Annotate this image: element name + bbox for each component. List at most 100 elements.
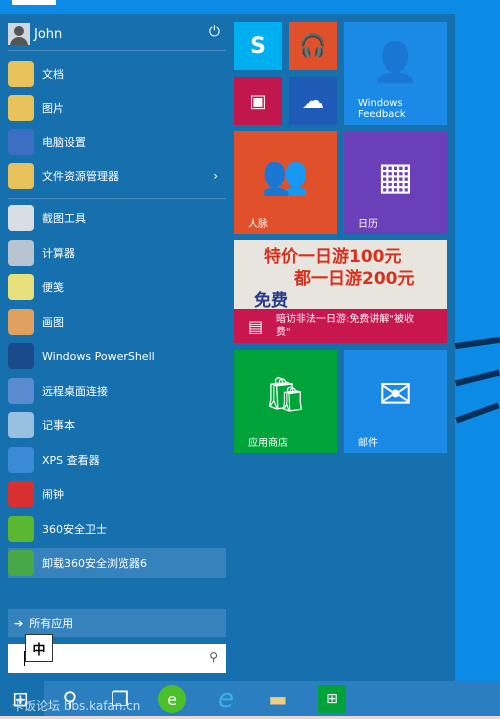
- divider: [8, 198, 226, 199]
- headphones-icon: 🎧: [299, 33, 327, 59]
- item-label: 闹钟: [42, 488, 64, 501]
- tile-label: 暗访非法一日游:免费讲解"被收费": [276, 314, 414, 338]
- tile-label: 日历: [358, 219, 378, 230]
- list-item[interactable]: 卸载360安全浏览器6: [8, 548, 226, 578]
- store-icon: ⊞: [326, 691, 338, 707]
- item-label: XPS 查看器: [42, 453, 100, 467]
- desktop-wallpaper-line: [454, 336, 500, 350]
- app-icon: [8, 129, 34, 155]
- list-item[interactable]: 截图工具: [8, 203, 226, 233]
- list-item[interactable]: 文档: [8, 59, 226, 89]
- folder-icon: ▬: [268, 687, 288, 711]
- item-label: 文档: [42, 68, 64, 81]
- mail-icon: ✉: [378, 371, 413, 418]
- list-item[interactable]: 远程桌面连接: [8, 376, 226, 406]
- browser-360-icon: e: [167, 689, 177, 709]
- app-icon: [8, 377, 34, 404]
- item-label: 便笺: [42, 281, 64, 294]
- app-icon: [8, 274, 34, 300]
- list-item[interactable]: 记事本: [8, 410, 226, 440]
- divider: [8, 50, 226, 51]
- tile-calendar[interactable]: ▦ 日历: [344, 131, 447, 234]
- app-icon: [8, 61, 34, 87]
- item-label: 记事本: [42, 419, 75, 432]
- tile-people[interactable]: 👥 人脉: [234, 131, 337, 234]
- file-explorer-button[interactable]: ▬: [264, 685, 292, 713]
- user-name: John: [34, 26, 63, 42]
- search-icon[interactable]: ⚲: [209, 650, 218, 664]
- item-label: 计算器: [42, 246, 75, 260]
- people-icon: 👥: [261, 153, 310, 197]
- app-icon: [8, 481, 34, 507]
- item-label: 远程桌面连接: [42, 384, 108, 398]
- start-menu: John ⏻ 文档图片电脑设置文件资源管理器 › 截图工具计算器便笺画图 Windo…: [0, 14, 455, 681]
- item-label: 360安全卫士: [42, 522, 107, 536]
- video-icon: ▣: [249, 90, 267, 112]
- tile-video[interactable]: ▣: [234, 77, 282, 125]
- app-icon: [8, 308, 34, 335]
- list-item[interactable]: 360安全卫士: [8, 514, 226, 544]
- list-item[interactable]: 电脑设置: [8, 127, 226, 157]
- chevron-right-icon[interactable]: ›: [213, 169, 218, 183]
- list-item[interactable]: 便笺: [8, 272, 226, 302]
- tile-music[interactable]: 🎧: [289, 22, 337, 70]
- cloud-icon: ☁: [302, 88, 324, 114]
- app-icon: [8, 239, 34, 266]
- tile-news[interactable]: 特价一日游100元 都一日游200元 免费 ▤ 暗访非法一日游:免费讲解"被收费…: [234, 240, 447, 343]
- all-apps-button[interactable]: ➔ 所有应用: [8, 609, 226, 637]
- feedback-icon: 👤: [371, 40, 420, 84]
- tile-label: 邮件: [358, 438, 378, 449]
- ime-indicator[interactable]: 中: [25, 634, 53, 662]
- tile-label: Windows Feedback: [358, 98, 406, 120]
- desktop-wallpaper-line: [454, 369, 500, 387]
- app-icon: [8, 95, 34, 121]
- news-image-text: 免费: [254, 291, 288, 311]
- all-apps-label: 所有应用: [29, 617, 74, 630]
- app-icon: [8, 446, 34, 473]
- watermark: 卡饭论坛 bbs.kafan.cn: [12, 699, 141, 713]
- store-taskbar-button[interactable]: ⊞: [318, 685, 346, 713]
- item-label: 文件资源管理器: [42, 170, 119, 183]
- title-bar-indicator: [12, 0, 56, 5]
- item-label: 电脑设置: [42, 136, 86, 149]
- power-icon[interactable]: ⏻: [209, 24, 220, 40]
- tile-label: 人脉: [248, 219, 268, 230]
- taskbar: ⊞ ⚲ ❐ e e ▬ ⊞ 卡饭论坛 bbs.kafan.cn: [0, 681, 500, 717]
- desktop-wallpaper-line: [455, 402, 500, 424]
- list-item[interactable]: 计算器: [8, 238, 226, 268]
- app-icon: [8, 343, 34, 369]
- 360-browser-button[interactable]: e: [158, 685, 186, 713]
- item-label: 图片: [42, 102, 64, 115]
- tile-windows-feedback[interactable]: 👤 Windows Feedback: [344, 22, 447, 125]
- app-icon: [8, 550, 34, 576]
- tile-store[interactable]: 🛍 应用商店: [234, 350, 337, 453]
- tile-skype[interactable]: S: [234, 22, 282, 70]
- app-icon: [8, 163, 34, 189]
- list-item[interactable]: 闹钟: [8, 479, 226, 509]
- news-image-text: 都一日游200元: [294, 269, 415, 289]
- calendar-icon: ▦: [377, 153, 414, 198]
- user-account[interactable]: John ⏻: [8, 22, 226, 46]
- ie-icon: e: [218, 684, 234, 714]
- list-item[interactable]: XPS 查看器: [8, 445, 226, 475]
- skype-icon: S: [250, 33, 266, 59]
- item-label: 截图工具: [42, 212, 86, 225]
- avatar: [8, 23, 30, 45]
- store-icon: 🛍: [263, 374, 308, 415]
- item-label: Windows PowerShell: [42, 349, 155, 363]
- tile-mail[interactable]: ✉ 邮件: [344, 350, 447, 453]
- item-label: 画图: [42, 315, 64, 329]
- list-item[interactable]: 画图: [8, 307, 226, 337]
- item-label: 卸载360安全浏览器6: [42, 557, 147, 570]
- list-item[interactable]: 图片: [8, 93, 226, 123]
- news-icon: ▤: [248, 317, 264, 336]
- app-icon: [8, 412, 34, 438]
- list-item[interactable]: 文件资源管理器 ›: [8, 161, 226, 191]
- ie-button[interactable]: e: [212, 684, 240, 714]
- app-icon: [8, 205, 34, 231]
- app-icon: [8, 515, 34, 542]
- tile-onedrive[interactable]: ☁: [289, 77, 337, 125]
- tile-label: 应用商店: [248, 438, 288, 449]
- arrow-right-icon: ➔: [14, 616, 24, 630]
- list-item[interactable]: Windows PowerShell: [8, 341, 226, 371]
